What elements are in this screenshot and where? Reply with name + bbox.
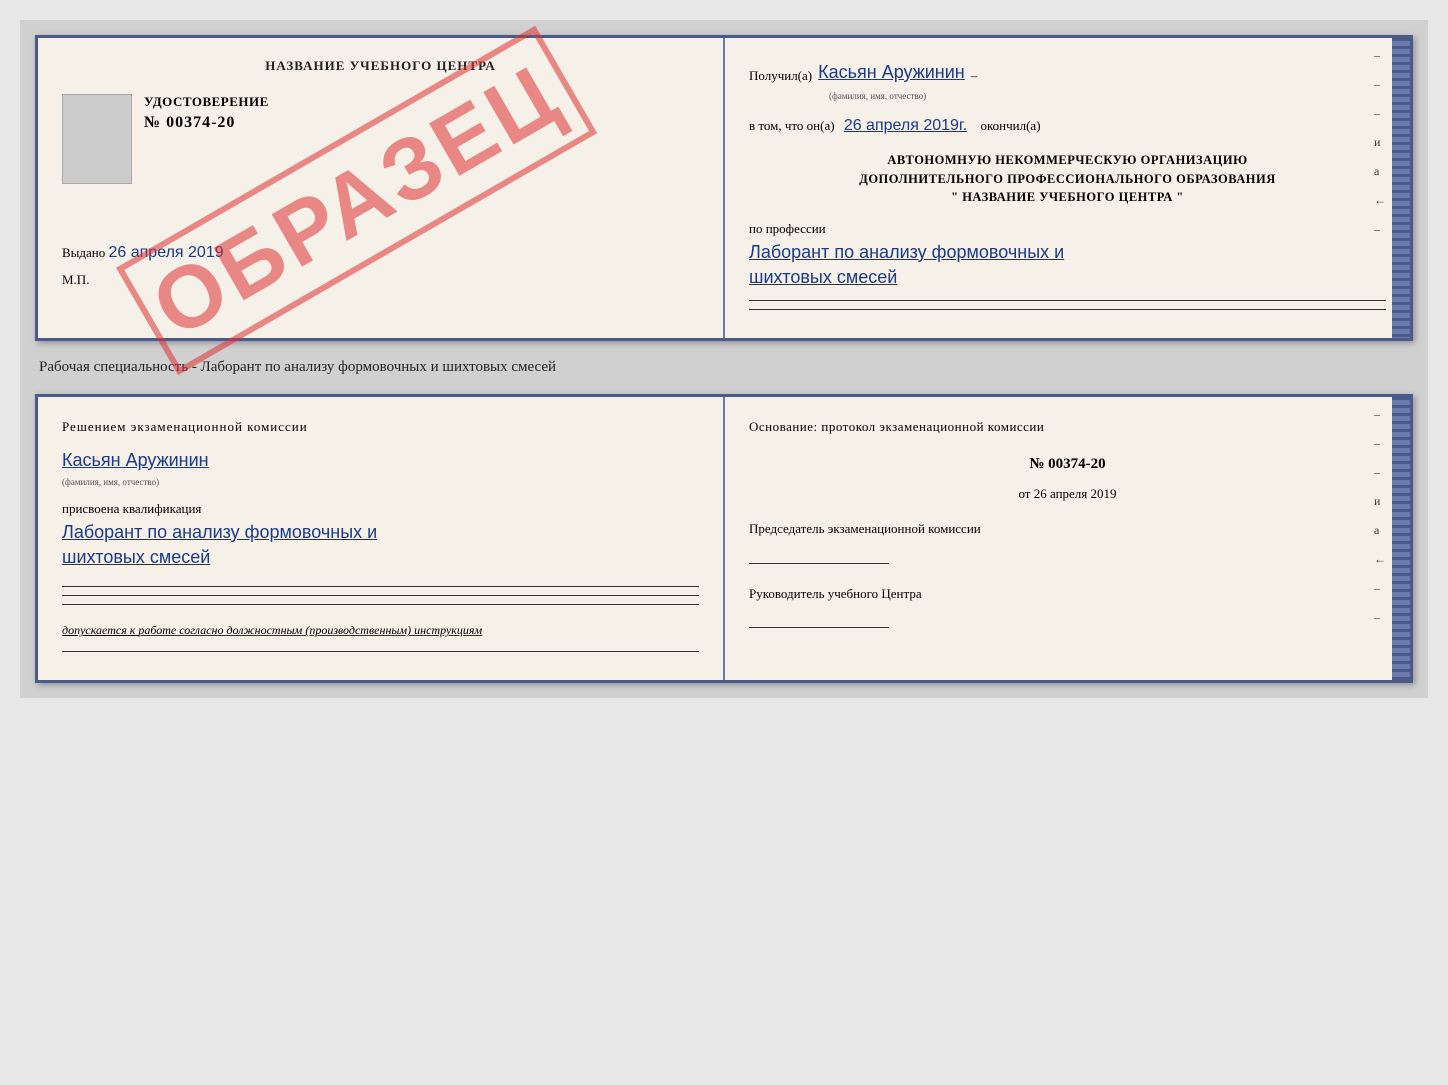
predsedatel-label: Председатель экзаменационной комиссии (749, 519, 1386, 540)
poluchil-line: Получил(а) Касьян Аружинин – (749, 58, 1386, 87)
vydano-label: Выдано (62, 245, 105, 260)
po-professii-label: по профессии (749, 219, 1386, 240)
bottom-right-side-marks: – – – и а ← – – (1374, 407, 1386, 625)
top-left-title: НАЗВАНИЕ УЧЕБНОГО ЦЕНТРА (62, 58, 699, 74)
org-block: АВТОНОМНУЮ НЕКОММЕРЧЕСКУЮ ОРГАНИЗАЦИЮ ДО… (749, 151, 1386, 207)
bottom-document: Решением экзаменационной комиссии Касьян… (35, 394, 1413, 682)
prisvoena-label: присвоена квалификация (62, 499, 699, 520)
profession-line2: шихтовых смесей (749, 265, 1386, 290)
udost-label: УДОСТОВЕРЕНИЕ (144, 94, 269, 110)
top-document: НАЗВАНИЕ УЧЕБНОГО ЦЕНТРА ОБРАЗЕЦ УДОСТОВ… (35, 35, 1413, 341)
recipient-name: Касьян Аружинин (818, 58, 965, 87)
dopuskaetsya-block: допускается к работе согласно должностны… (62, 621, 699, 640)
name-sublabel: (фамилия, имя, отчество) (829, 89, 1386, 103)
udost-block: УДОСТОВЕРЕНИЕ № 00374-20 (62, 94, 699, 184)
protocol-num: 00374-20 (1048, 456, 1106, 472)
right-side-marks: – – – и а ← – (1374, 48, 1386, 237)
profession-line1: Лаборант по анализу формовочных и (749, 240, 1386, 265)
dopuskaetsya-text: работе согласно должностным (производств… (138, 623, 482, 637)
watermark: ОБРАЗЕЦ (116, 26, 597, 376)
predsedatel-block: Председатель экзаменационной комиссии (749, 519, 1386, 564)
completion-date: 26 апреля 2019г. (844, 117, 967, 134)
photo-placeholder (62, 94, 132, 184)
top-doc-right: Получил(а) Касьян Аружинин – (фамилия, и… (725, 38, 1410, 338)
qual-line2: шихтовых смесей (62, 545, 699, 570)
kvalif-block: присвоена квалификация Лаборант по анали… (62, 499, 699, 570)
vydano-line: Выдано 26 апреля 2019 (62, 244, 699, 262)
org-line2: ДОПОЛНИТЕЛЬНОГО ПРОФЕССИОНАЛЬНОГО ОБРАЗО… (749, 170, 1386, 189)
udost-details: УДОСТОВЕРЕНИЕ № 00374-20 (144, 94, 269, 132)
name-dash: – (971, 66, 978, 87)
rukovoditel-label: Руководитель учебного Центра (749, 584, 1386, 605)
org-line1: АВТОНОМНУЮ НЕКОММЕРЧЕСКУЮ ОРГАНИЗАЦИЮ (749, 151, 1386, 170)
mp-line: М.П. (62, 272, 699, 288)
predsedatel-sign-line (749, 546, 1386, 564)
bottom-name-sublabel: (фамилия, имя, отчество) (62, 475, 699, 489)
bottom-doc-left: Решением экзаменационной комиссии Касьян… (38, 397, 725, 679)
protocol-number: № 00374-20 (749, 452, 1386, 476)
bottom-doc-right: Основание: протокол экзаменационной коми… (725, 397, 1410, 679)
ot-date: от 26 апреля 2019 (749, 484, 1386, 505)
bottom-right-content: Основание: протокол экзаменационной коми… (749, 417, 1386, 628)
number-label: № (1029, 456, 1044, 472)
top-right-content: Получил(а) Касьян Аружинин – (фамилия, и… (749, 58, 1386, 310)
bottom-name-block: Касьян Аружинин (фамилия, имя, отчество) (62, 446, 699, 489)
vtom-line: в том, что он(а) 26 апреля 2019г. окончи… (749, 113, 1386, 139)
rukovoditel-sign-line (749, 610, 1386, 628)
okonchil-label: окончил(а) (981, 118, 1041, 133)
top-doc-left: НАЗВАНИЕ УЧЕБНОГО ЦЕНТРА ОБРАЗЕЦ УДОСТОВ… (38, 38, 725, 338)
resheniem-title: Решением экзаменационной комиссии (62, 417, 699, 438)
rukovoditel-signature (749, 610, 889, 628)
osnovanie-block: Основание: протокол экзаменационной коми… (749, 417, 1386, 438)
rukovoditel-block: Руководитель учебного Центра (749, 584, 1386, 629)
bottom-lines-top (749, 300, 1386, 310)
professii-block: по профессии Лаборант по анализу формово… (749, 219, 1386, 290)
poluchil-label: Получил(а) (749, 66, 812, 87)
dopuskaetsya-label: допускается к (62, 623, 135, 637)
ot-label: от (1018, 486, 1030, 501)
bottom-recipient-name: Касьян Аружинин (62, 450, 209, 470)
org-line3: " НАЗВАНИЕ УЧЕБНОГО ЦЕНТРА " (749, 188, 1386, 207)
vtom-label: в том, что он(а) (749, 118, 835, 133)
ot-date-value: 26 апреля 2019 (1034, 486, 1117, 501)
qual-line1: Лаборант по анализу формовочных и (62, 520, 699, 545)
udost-number: № 00374-20 (144, 114, 269, 132)
vydano-date: 26 апреля 2019 (109, 244, 224, 261)
page-wrapper: НАЗВАНИЕ УЧЕБНОГО ЦЕНТРА ОБРАЗЕЦ УДОСТОВ… (20, 20, 1428, 698)
bottom-left-content: Решением экзаменационной комиссии Касьян… (62, 417, 699, 651)
predsedatel-signature (749, 546, 889, 564)
specialty-line: Рабочая специальность - Лаборант по анал… (35, 353, 1413, 382)
